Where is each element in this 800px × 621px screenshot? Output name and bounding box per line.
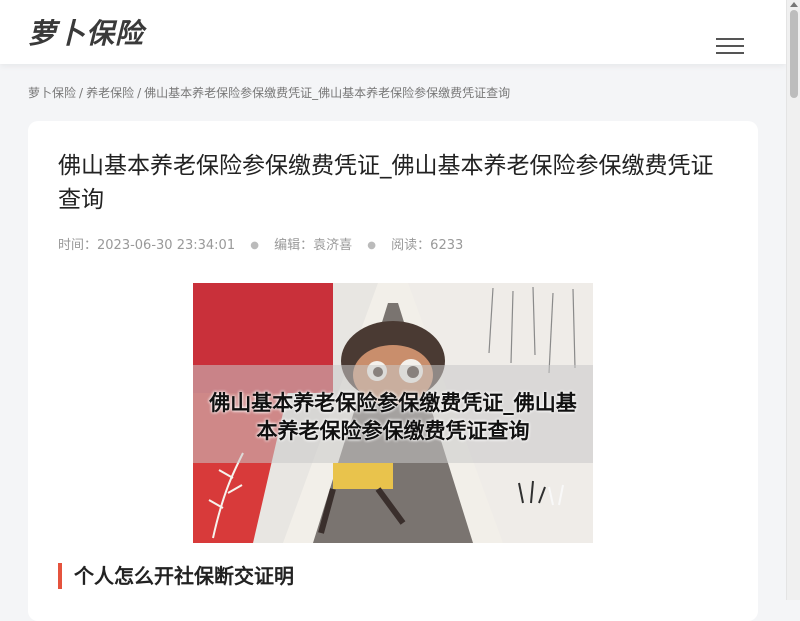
time-label: 时间： [58, 238, 98, 253]
article-title: 佛山基本养老保险参保缴费凭证_佛山基本养老保险参保缴费凭证查询 [58, 153, 714, 213]
site-logo[interactable]: 萝卜保险 [28, 12, 144, 52]
meta-dot-separator: ● [367, 240, 377, 251]
breadcrumb-current: 佛山基本养老保险参保缴费凭证_佛山基本养老保险参保缴费凭证查询 [144, 86, 511, 100]
editor-label: 编辑： [274, 238, 314, 253]
article-hero-image: 佛山基本养老保险参保缴费凭证_佛山基本养老保险参保缴费凭证查询 [193, 283, 593, 543]
hamburger-icon-bar [716, 45, 744, 47]
page-scrollbar[interactable] [786, 0, 800, 600]
scrollbar-thumb[interactable] [790, 10, 798, 98]
article-card: 佛山基本养老保险参保缴费凭证_佛山基本养老保险参保缴费凭证查询 时间：2023-… [28, 121, 758, 621]
breadcrumb-home[interactable]: 萝卜保险 [28, 86, 76, 100]
image-caption: 佛山基本养老保险参保缴费凭证_佛山基本养老保险参保缴费凭证查询 [209, 391, 577, 443]
menu-button[interactable] [716, 34, 746, 58]
breadcrumb-separator: / [137, 86, 142, 100]
hamburger-icon-bar [716, 52, 744, 54]
breadcrumb-separator: / [79, 86, 84, 100]
meta-dot-separator: ● [250, 240, 259, 251]
site-header: 萝卜保险 [0, 0, 786, 64]
view-count: 6233 [430, 238, 464, 253]
publish-time: 2023-06-30 23:34:01 [97, 238, 236, 253]
hamburger-icon-bar [716, 38, 744, 40]
editor-name: 袁济喜 [313, 238, 353, 253]
breadcrumb: 萝卜保险 / 养老保险 / 佛山基本养老保险参保缴费凭证_佛山基本养老保险参保缴费凭证查… [28, 84, 510, 101]
article-meta: 时间：2023-06-30 23:34:01 ● 编辑：袁济喜 ● 阅读：623… [58, 234, 463, 253]
views-label: 阅读： [391, 238, 431, 253]
scroll-up-arrow-icon[interactable] [790, 2, 798, 7]
section-heading: 个人怎么开社保断交证明 [58, 563, 294, 589]
breadcrumb-category[interactable]: 养老保险 [86, 86, 134, 100]
